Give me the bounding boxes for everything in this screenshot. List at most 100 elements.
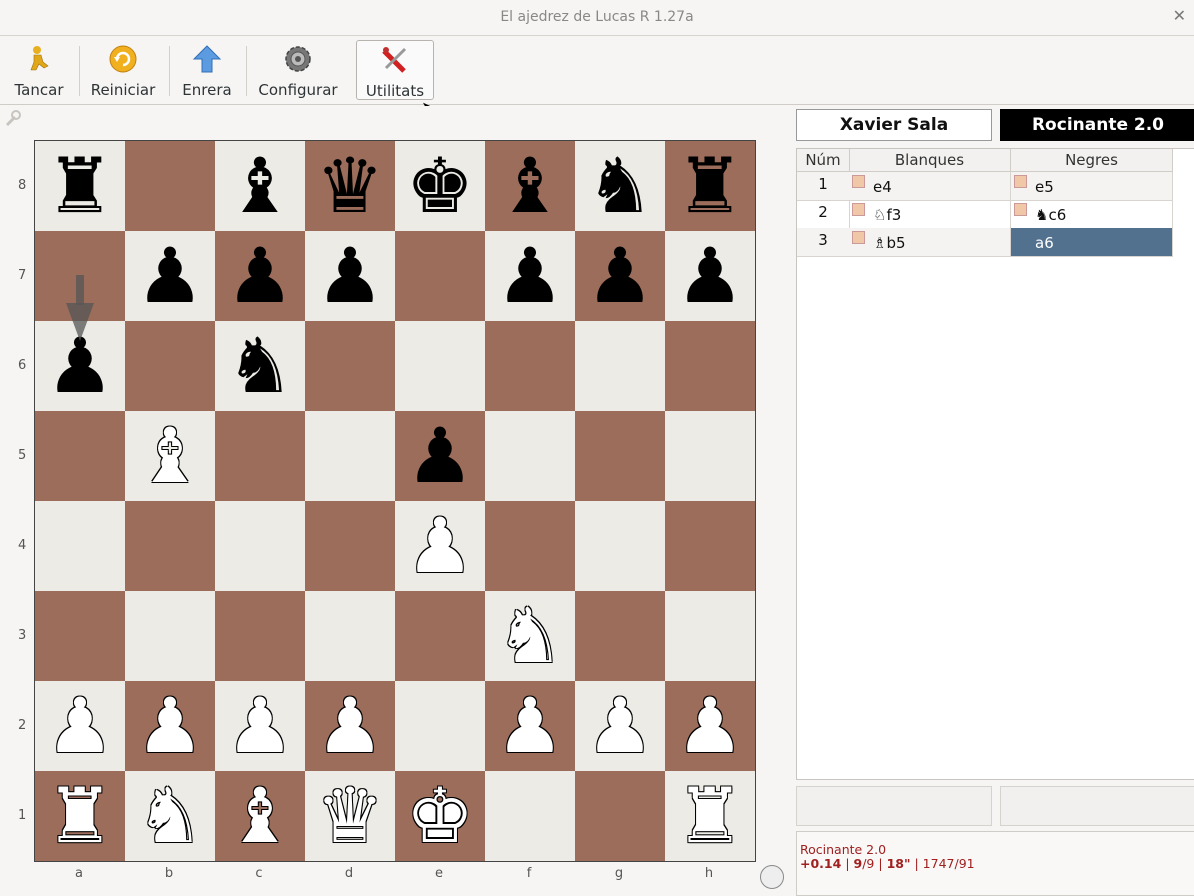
- square-c3[interactable]: [215, 591, 305, 681]
- white-move-cell[interactable]: ♗b5: [849, 228, 1011, 257]
- square-f8[interactable]: ♝: [485, 141, 575, 231]
- square-h7[interactable]: ♟: [665, 231, 755, 321]
- square-a5[interactable]: [35, 411, 125, 501]
- square-a3[interactable]: [35, 591, 125, 681]
- white-pawn-icon[interactable]: ♟: [395, 501, 485, 591]
- black-bishop-icon[interactable]: ♝: [215, 141, 305, 231]
- square-c8[interactable]: ♝: [215, 141, 305, 231]
- square-b3[interactable]: [125, 591, 215, 681]
- square-d2[interactable]: ♟: [305, 681, 395, 771]
- white-knight-icon[interactable]: ♞: [485, 591, 575, 681]
- square-g2[interactable]: ♟: [575, 681, 665, 771]
- white-pawn-icon[interactable]: ♟: [35, 681, 125, 771]
- square-b5[interactable]: ♝: [125, 411, 215, 501]
- black-knight-icon[interactable]: ♞: [575, 141, 665, 231]
- black-move-cell[interactable]: ♞c6: [1011, 200, 1173, 229]
- black-pawn-icon[interactable]: ♟: [575, 231, 665, 321]
- square-d3[interactable]: [305, 591, 395, 681]
- square-d1[interactable]: ♛: [305, 771, 395, 861]
- square-h3[interactable]: [665, 591, 755, 681]
- black-pawn-icon[interactable]: ♟: [305, 231, 395, 321]
- tancar-button[interactable]: Tancar: [6, 40, 72, 99]
- square-b8[interactable]: [125, 141, 215, 231]
- square-g3[interactable]: [575, 591, 665, 681]
- square-e8[interactable]: ♚: [395, 141, 485, 231]
- black-bishop-icon[interactable]: ♝: [485, 141, 575, 231]
- square-a8[interactable]: ♜: [35, 141, 125, 231]
- white-pawn-icon[interactable]: ♟: [485, 681, 575, 771]
- black-rook-icon[interactable]: ♜: [35, 141, 125, 231]
- square-e6[interactable]: [395, 321, 485, 411]
- white-pawn-icon[interactable]: ♟: [125, 681, 215, 771]
- square-d6[interactable]: [305, 321, 395, 411]
- close-icon[interactable]: ✕: [1173, 6, 1186, 25]
- square-h5[interactable]: [665, 411, 755, 501]
- white-king-icon[interactable]: ♚: [395, 771, 485, 861]
- white-knight-icon[interactable]: ♞: [125, 771, 215, 861]
- square-a1[interactable]: ♜: [35, 771, 125, 861]
- square-b6[interactable]: [125, 321, 215, 411]
- white-pawn-icon[interactable]: ♟: [305, 681, 395, 771]
- square-g6[interactable]: [575, 321, 665, 411]
- square-h1[interactable]: ♜: [665, 771, 755, 861]
- square-g1[interactable]: [575, 771, 665, 861]
- square-f1[interactable]: [485, 771, 575, 861]
- black-queen-icon[interactable]: ♛: [305, 141, 395, 231]
- square-f2[interactable]: ♟: [485, 681, 575, 771]
- white-move-cell[interactable]: e4: [849, 172, 1011, 201]
- black-move-cell[interactable]: e5: [1011, 172, 1173, 201]
- square-g4[interactable]: [575, 501, 665, 591]
- square-c4[interactable]: [215, 501, 305, 591]
- square-f4[interactable]: [485, 501, 575, 591]
- black-knight-icon[interactable]: ♞: [215, 321, 305, 411]
- configurar-button[interactable]: Configurar: [254, 40, 342, 99]
- square-c6[interactable]: ♞: [215, 321, 305, 411]
- square-g5[interactable]: [575, 411, 665, 501]
- square-e4[interactable]: ♟: [395, 501, 485, 591]
- enrera-button[interactable]: Enrera: [176, 40, 238, 99]
- square-d7[interactable]: ♟: [305, 231, 395, 321]
- black-pawn-icon[interactable]: ♟: [125, 231, 215, 321]
- square-h2[interactable]: ♟: [665, 681, 755, 771]
- square-e7[interactable]: [395, 231, 485, 321]
- square-b4[interactable]: [125, 501, 215, 591]
- header-num[interactable]: Núm: [797, 149, 850, 171]
- white-rook-icon[interactable]: ♜: [35, 771, 125, 861]
- reiniciar-button[interactable]: Reiniciar: [86, 40, 160, 99]
- square-h6[interactable]: [665, 321, 755, 411]
- square-b1[interactable]: ♞: [125, 771, 215, 861]
- status-indicator[interactable]: [760, 865, 784, 889]
- square-c7[interactable]: ♟: [215, 231, 305, 321]
- square-e1[interactable]: ♚: [395, 771, 485, 861]
- square-b2[interactable]: ♟: [125, 681, 215, 771]
- white-pawn-icon[interactable]: ♟: [215, 681, 305, 771]
- black-pawn-icon[interactable]: ♟: [395, 411, 485, 501]
- square-e2[interactable]: [395, 681, 485, 771]
- white-bishop-icon[interactable]: ♝: [215, 771, 305, 861]
- utilitats-button[interactable]: Utilitats: [356, 40, 434, 100]
- square-h8[interactable]: ♜: [665, 141, 755, 231]
- header-black[interactable]: Negres: [1011, 149, 1173, 171]
- chess-board[interactable]: ♜ ♝ ♛ ♚ ♝ ♞ ♜ ♟ ♟ ♟ ♟ ♟ ♟ ♟ ♞ ♝ ♟ ♟ ♞ ♟ ♟ ♟ ♟ ♟ ♟ ♟ ♜ ♞ ♝ ♛ ♚ ♜: [34, 140, 756, 862]
- black-move-cell-selected[interactable]: a6: [1011, 228, 1173, 257]
- square-e5[interactable]: ♟: [395, 411, 485, 501]
- square-c2[interactable]: ♟: [215, 681, 305, 771]
- white-pawn-icon[interactable]: ♟: [575, 681, 665, 771]
- white-move-cell[interactable]: ♘f3: [849, 200, 1011, 229]
- white-bishop-icon[interactable]: ♝: [125, 411, 215, 501]
- square-g8[interactable]: ♞: [575, 141, 665, 231]
- square-b7[interactable]: ♟: [125, 231, 215, 321]
- square-d8[interactable]: ♛: [305, 141, 395, 231]
- header-white[interactable]: Blanques: [849, 149, 1011, 171]
- white-rook-icon[interactable]: ♜: [665, 771, 755, 861]
- square-f7[interactable]: ♟: [485, 231, 575, 321]
- square-f6[interactable]: [485, 321, 575, 411]
- square-h4[interactable]: [665, 501, 755, 591]
- black-pawn-icon[interactable]: ♟: [485, 231, 575, 321]
- black-pawn-icon[interactable]: ♟: [215, 231, 305, 321]
- square-c5[interactable]: [215, 411, 305, 501]
- square-g7[interactable]: ♟: [575, 231, 665, 321]
- square-f5[interactable]: [485, 411, 575, 501]
- square-e3[interactable]: [395, 591, 485, 681]
- white-queen-icon[interactable]: ♛: [305, 771, 395, 861]
